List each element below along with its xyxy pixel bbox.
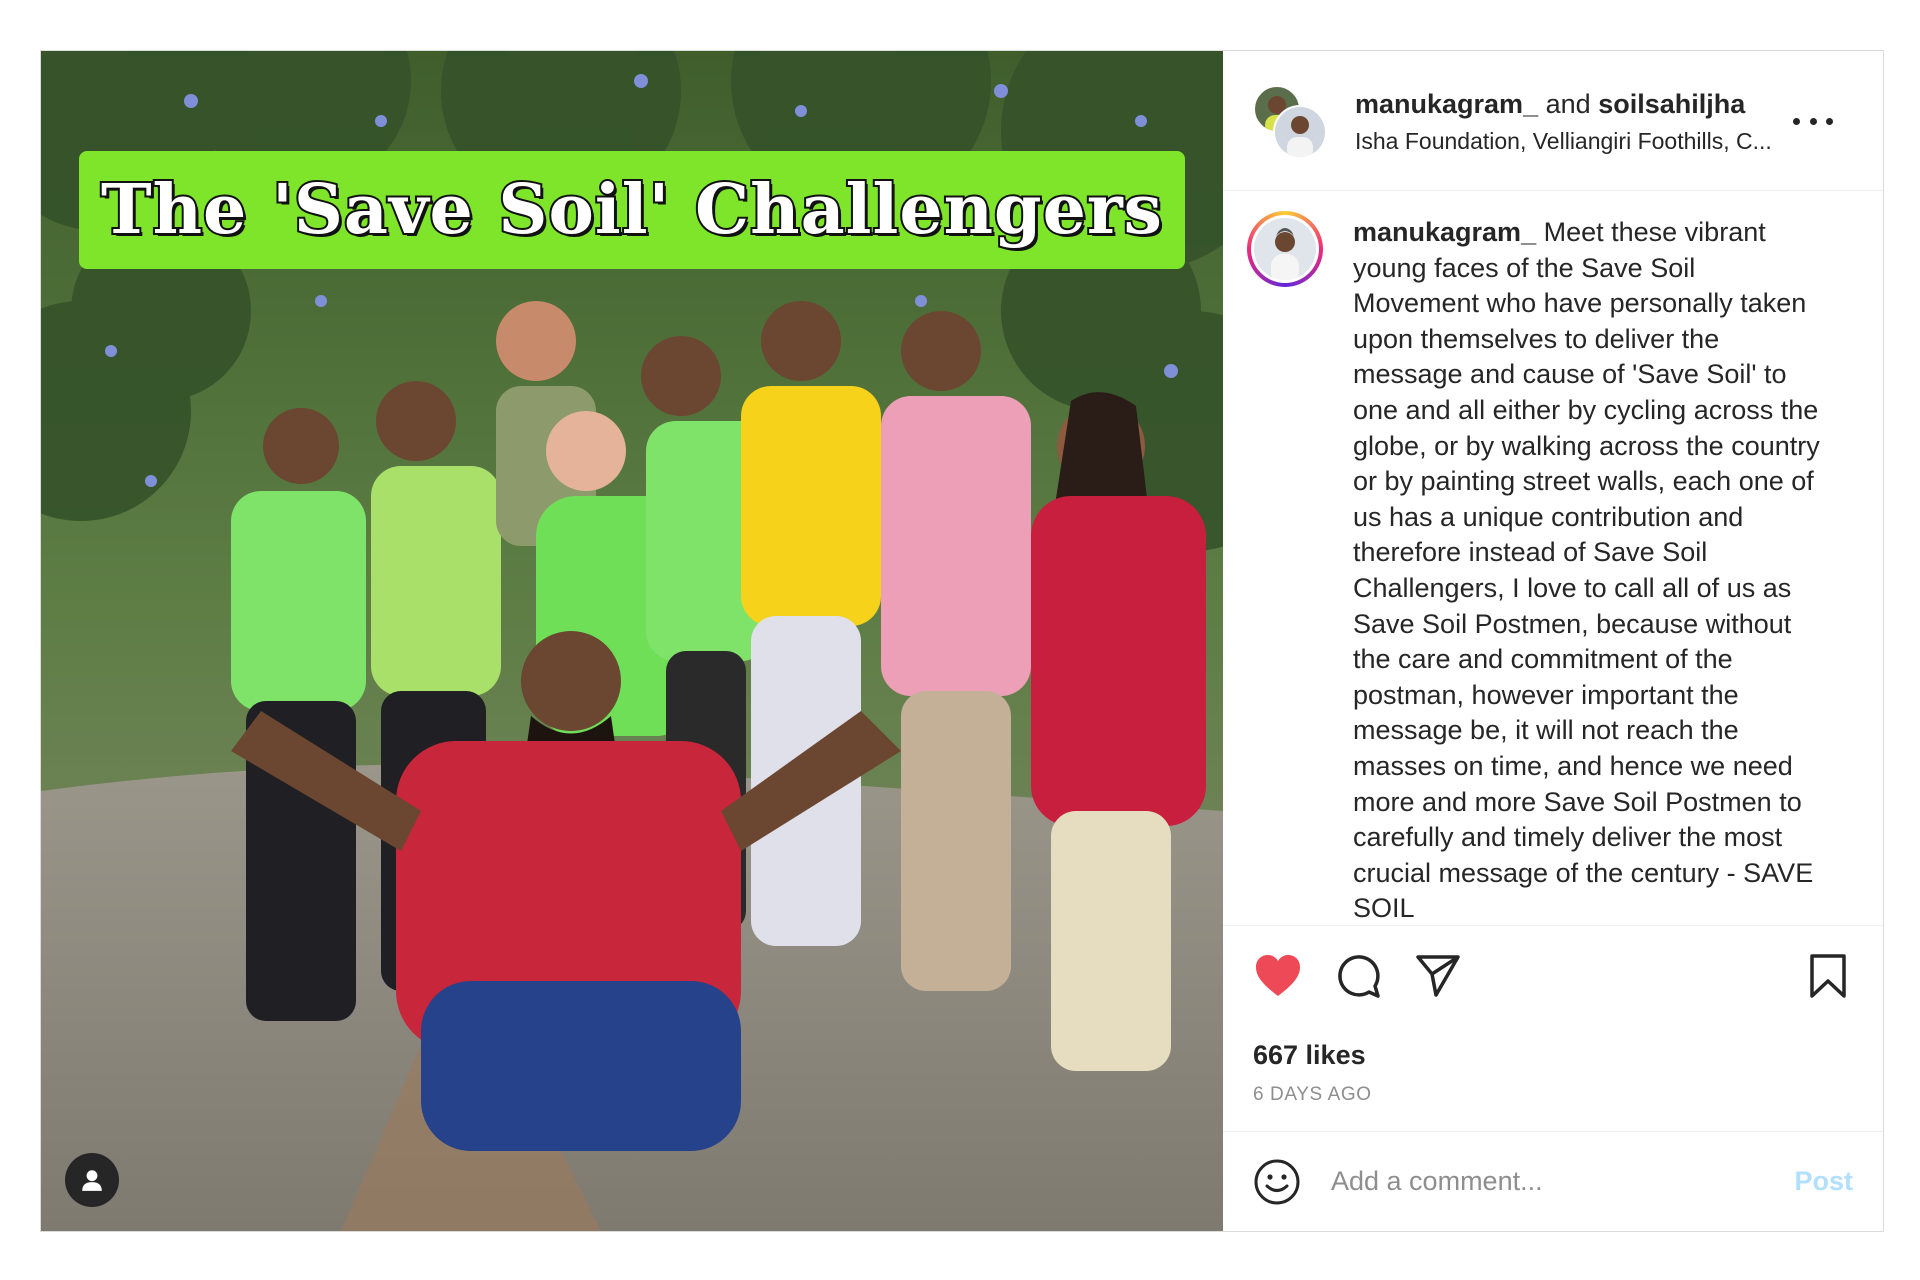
share-button[interactable]: [1413, 951, 1463, 1001]
paper-plane-icon: [1416, 955, 1460, 997]
post-timestamp[interactable]: 6 DAYS AGO: [1223, 1084, 1883, 1106]
comment-input[interactable]: [1329, 1165, 1795, 1198]
collab-joiner: and: [1545, 88, 1591, 119]
collab-usernames: manukagram_ and soilsahiljha: [1355, 86, 1853, 122]
post-comment-button[interactable]: Post: [1794, 1166, 1853, 1197]
caption-body: Meet these vibrant young faces of the Sa…: [1353, 217, 1820, 924]
emoji-icon[interactable]: [1253, 1158, 1301, 1206]
ellipsis-dot: [1826, 117, 1833, 125]
heart-filled-icon: [1256, 955, 1300, 996]
story-ring-avatar[interactable]: [1247, 211, 1323, 287]
action-bar: [1223, 926, 1883, 1026]
banner-text: The 'Save Soil' Challengers: [99, 168, 1164, 252]
ellipsis-dot: [1809, 117, 1817, 125]
post-image[interactable]: The 'Save Soil' Challengers: [41, 51, 1223, 1231]
photo-banner: The 'Save Soil' Challengers: [79, 151, 1185, 269]
tagged-users-button[interactable]: [65, 1153, 119, 1207]
post-side-panel: manukagram_ and soilsahiljha Isha Founda…: [1223, 51, 1883, 1231]
comment-button[interactable]: [1333, 951, 1383, 1001]
avatar: [1273, 104, 1327, 159]
bookmark-icon: [1810, 954, 1846, 998]
caption-username[interactable]: manukagram_: [1353, 217, 1536, 247]
comment-bubble-icon: [1338, 955, 1380, 998]
heart-shape: [1256, 955, 1300, 996]
username-link[interactable]: manukagram_: [1355, 89, 1538, 119]
caption-text: manukagram_ Meet these vibrant young fac…: [1353, 215, 1827, 925]
likes-count[interactable]: 667 likes: [1223, 1038, 1883, 1072]
caption-area[interactable]: manukagram_ Meet these vibrant young fac…: [1223, 191, 1883, 926]
avatar: [1254, 218, 1316, 280]
ellipsis-dot: [1793, 117, 1800, 125]
collab-avatars[interactable]: [1253, 84, 1327, 159]
more-options-button[interactable]: [1793, 109, 1833, 133]
save-button[interactable]: [1803, 951, 1853, 1001]
location-link[interactable]: Isha Foundation, Velliangiri Foothills, …: [1355, 126, 1795, 156]
instagram-post: The 'Save Soil' Challengers manukagram_: [40, 50, 1884, 1232]
user-tag-icon: [82, 1170, 102, 1191]
comment-bar: Post: [1223, 1131, 1883, 1231]
header-text: manukagram_ and soilsahiljha Isha Founda…: [1355, 86, 1853, 156]
username-link[interactable]: soilsahiljha: [1598, 89, 1745, 119]
post-header: manukagram_ and soilsahiljha Isha Founda…: [1223, 51, 1883, 191]
like-button[interactable]: [1253, 951, 1303, 1001]
